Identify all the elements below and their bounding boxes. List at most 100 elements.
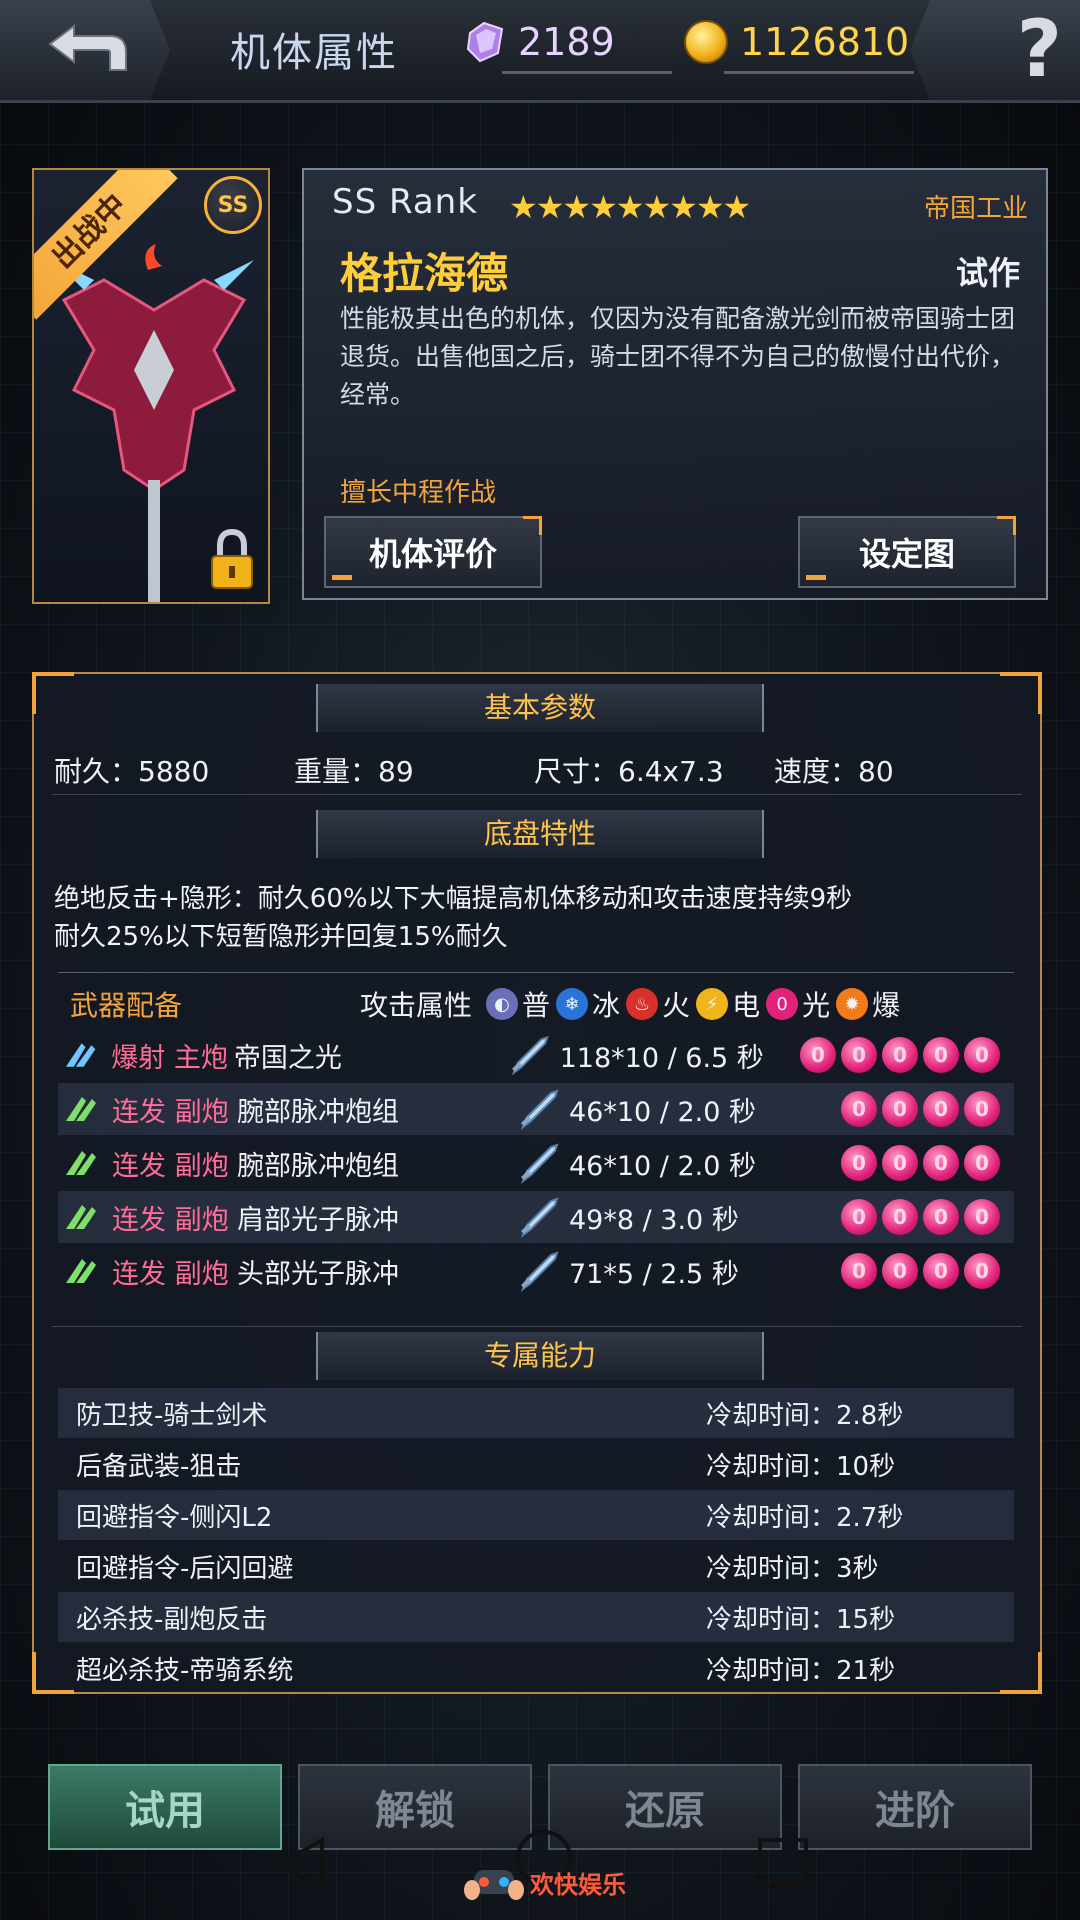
element-ice: ❄ 冰 xyxy=(556,984,620,1024)
skill-name: 防卫技-骑士剑术 xyxy=(76,1400,268,1431)
light-orbs: 0000 xyxy=(836,1253,1000,1289)
weapon-type: 连发 副炮 xyxy=(112,1096,229,1128)
light-orb-icon: 0 xyxy=(923,1199,959,1235)
rank-label: SS Rank xyxy=(332,182,478,222)
light-orb-icon: 0 xyxy=(841,1199,877,1235)
weapons-section: 武器配备 攻击属性 ◐ 普 ❄ 冰 ♨ 火 ⚡ 电 0光 ✹ 爆 爆射 主炮 帝国之光 118… xyxy=(58,972,1014,1323)
weapon-type-icon xyxy=(66,1097,96,1121)
light-orb-icon: 0 xyxy=(923,1037,959,1073)
element-light: 0光 xyxy=(766,984,830,1024)
light-orb-icon: 0 xyxy=(841,1091,877,1127)
skill-name: 超必杀技-帝骑系统 xyxy=(76,1655,294,1686)
weapon-name: 帝国之光 xyxy=(233,1042,342,1074)
back-arrow-icon xyxy=(48,24,127,71)
weapon-row[interactable]: 爆射 主炮 帝国之光 118*10 / 6.5 秒00000 xyxy=(58,1029,1014,1081)
skill-row[interactable]: 必杀技-副炮反击 冷却时间：15秒 xyxy=(58,1592,1014,1642)
back-button[interactable] xyxy=(0,0,170,100)
light-orb-icon: 0 xyxy=(964,1199,1000,1235)
speed-stat: 速度：80 xyxy=(774,755,894,788)
skill-row[interactable]: 防卫技-骑士剑术 冷却时间：2.8秒 xyxy=(58,1388,1014,1438)
nav-recent-icon[interactable] xyxy=(758,1838,808,1888)
explosive-element-icon: ✹ xyxy=(836,988,869,1020)
normal-element-icon: ◐ xyxy=(486,988,519,1020)
weapon-row[interactable]: 连发 副炮 腕部脉冲炮组 46*10 / 2.0 秒0000 xyxy=(58,1083,1014,1135)
skill-row[interactable]: 回避指令-后闪回避 冷却时间：3秒 xyxy=(58,1541,1014,1591)
light-element-icon: 0 xyxy=(766,988,799,1020)
skill-name: 回避指令-侧闪L2 xyxy=(76,1502,273,1533)
element-normal: ◐ 普 xyxy=(486,984,550,1024)
element-electric: ⚡ 电 xyxy=(696,984,760,1024)
light-orb-icon: 0 xyxy=(841,1145,877,1181)
light-orb-icon: 0 xyxy=(882,1091,918,1127)
skill-cooldown: 冷却时间：3秒 xyxy=(706,1553,879,1584)
weapon-row[interactable]: 连发 副炮 头部光子脉冲 71*5 / 2.5 秒0000 xyxy=(58,1245,1014,1297)
weapon-row[interactable]: 连发 副炮 腕部脉冲炮组 46*10 / 2.0 秒0000 xyxy=(58,1137,1014,1189)
weapon-damage: 46*10 / 2.0 秒 xyxy=(569,1150,756,1182)
help-button[interactable]: ? xyxy=(910,0,1080,100)
weapon-type: 连发 副炮 xyxy=(112,1204,229,1236)
light-orb-icon: 0 xyxy=(841,1253,877,1289)
light-orb-icon: 0 xyxy=(800,1037,836,1073)
mech-description: 性能极其出色的机体，仅因为没有配备激光剑而被帝国骑士团退货。出售他国之后，骑士团… xyxy=(340,304,1016,409)
help-icon: ? xyxy=(1016,5,1062,95)
basic-stats: 耐久：5880 重量：89 尺寸：6.4x7.3 速度：80 xyxy=(54,750,1014,790)
electric-element-icon: ⚡ xyxy=(696,988,729,1020)
light-orb-icon: 0 xyxy=(882,1199,918,1235)
mech-portrait[interactable]: 出战中 SS xyxy=(32,168,270,604)
light-orbs: 00000 xyxy=(795,1037,1000,1073)
attack-attribute-label: 攻击属性 xyxy=(360,989,473,1022)
gem-count: 2189 xyxy=(518,20,615,64)
light-orb-icon: 0 xyxy=(964,1091,1000,1127)
stats-panel: 基本参数 耐久：5880 重量：89 尺寸：6.4x7.3 速度：80 底盘特性… xyxy=(32,672,1042,1694)
fire-element-icon: ♨ xyxy=(626,988,659,1020)
skills-list: 防卫技-骑士剑术 冷却时间：2.8秒 后备武装-狙击 冷却时间：10秒 回避指令-侧闪L… xyxy=(58,1388,1014,1688)
sword-icon xyxy=(520,1089,559,1130)
weapons-heading: 武器配备 xyxy=(70,989,183,1022)
nav-back-icon[interactable] xyxy=(276,1836,326,1892)
watermark: 欢快娱乐 xyxy=(464,1860,626,1904)
light-orbs: 0000 xyxy=(836,1145,1000,1181)
skill-name: 回避指令-后闪回避 xyxy=(76,1553,294,1584)
faction-label: 帝国工业 xyxy=(923,194,1028,224)
weapon-damage: 71*5 / 2.5 秒 xyxy=(569,1258,739,1290)
top-bar: 机体属性 2189 1126810 ? xyxy=(0,0,1080,103)
skill-cooldown: 冷却时间：2.7秒 xyxy=(706,1502,904,1533)
skill-cooldown: 冷却时间：10秒 xyxy=(706,1451,896,1482)
light-orb-icon: 0 xyxy=(882,1145,918,1181)
sword-icon xyxy=(520,1251,559,1292)
chassis-heading: 底盘特性 xyxy=(316,810,764,858)
sword-icon xyxy=(520,1143,559,1184)
weapon-type: 连发 副炮 xyxy=(112,1150,229,1182)
mech-info-card: SS Rank ★★★★★★★★★ 帝国工业 格拉海德 试作 性能极其出色的机体… xyxy=(302,168,1048,600)
durability-stat: 耐久：5880 xyxy=(54,755,210,788)
chassis-trait: 绝地反击+隐形：耐久60%以下大幅提高机体移动和攻击速度持续9秒 耐久25%以下… xyxy=(54,880,852,956)
basic-params-heading: 基本参数 xyxy=(316,684,764,732)
concept-art-button[interactable]: 设定图 xyxy=(798,516,1016,588)
skill-cooldown: 冷却时间：15秒 xyxy=(706,1604,896,1635)
skill-row[interactable]: 后备武装-狙击 冷却时间：10秒 xyxy=(58,1439,1014,1489)
sword-icon xyxy=(512,1035,550,1076)
weapons-header: 武器配备 攻击属性 ◐ 普 ❄ 冰 ♨ 火 ⚡ 电 0光 ✹ 爆 xyxy=(70,981,1010,1027)
light-orb-icon: 0 xyxy=(923,1145,959,1181)
weapon-name: 腕部脉冲炮组 xyxy=(237,1096,399,1128)
weapon-type-icon xyxy=(66,1205,96,1229)
size-stat: 尺寸：6.4x7.3 xyxy=(534,755,724,788)
element-fire: ♨ 火 xyxy=(626,984,690,1024)
coin-icon xyxy=(684,20,728,64)
weapon-type-icon xyxy=(66,1259,96,1283)
review-button[interactable]: 机体评价 xyxy=(324,516,542,588)
light-orb-icon: 0 xyxy=(882,1253,918,1289)
weapon-row[interactable]: 连发 副炮 肩部光子脉冲 49*8 / 3.0 秒0000 xyxy=(58,1191,1014,1243)
gem-balance: 2189 xyxy=(462,12,672,74)
exclusive-abilities-heading: 专属能力 xyxy=(316,1332,764,1380)
skill-row[interactable]: 回避指令-侧闪L2 冷却时间：2.7秒 xyxy=(58,1490,1014,1540)
skill-cooldown: 冷却时间：21秒 xyxy=(706,1655,896,1686)
weapon-type-icon xyxy=(65,1043,96,1067)
gem-icon xyxy=(466,21,504,63)
ice-element-icon: ❄ xyxy=(556,988,589,1020)
lock-icon[interactable] xyxy=(208,528,256,590)
page-title: 机体属性 xyxy=(230,30,398,76)
light-orb-icon: 0 xyxy=(923,1091,959,1127)
rank-badge: SS xyxy=(204,176,262,234)
skill-row[interactable]: 超必杀技-帝骑系统 冷却时间：21秒 xyxy=(58,1643,1014,1688)
